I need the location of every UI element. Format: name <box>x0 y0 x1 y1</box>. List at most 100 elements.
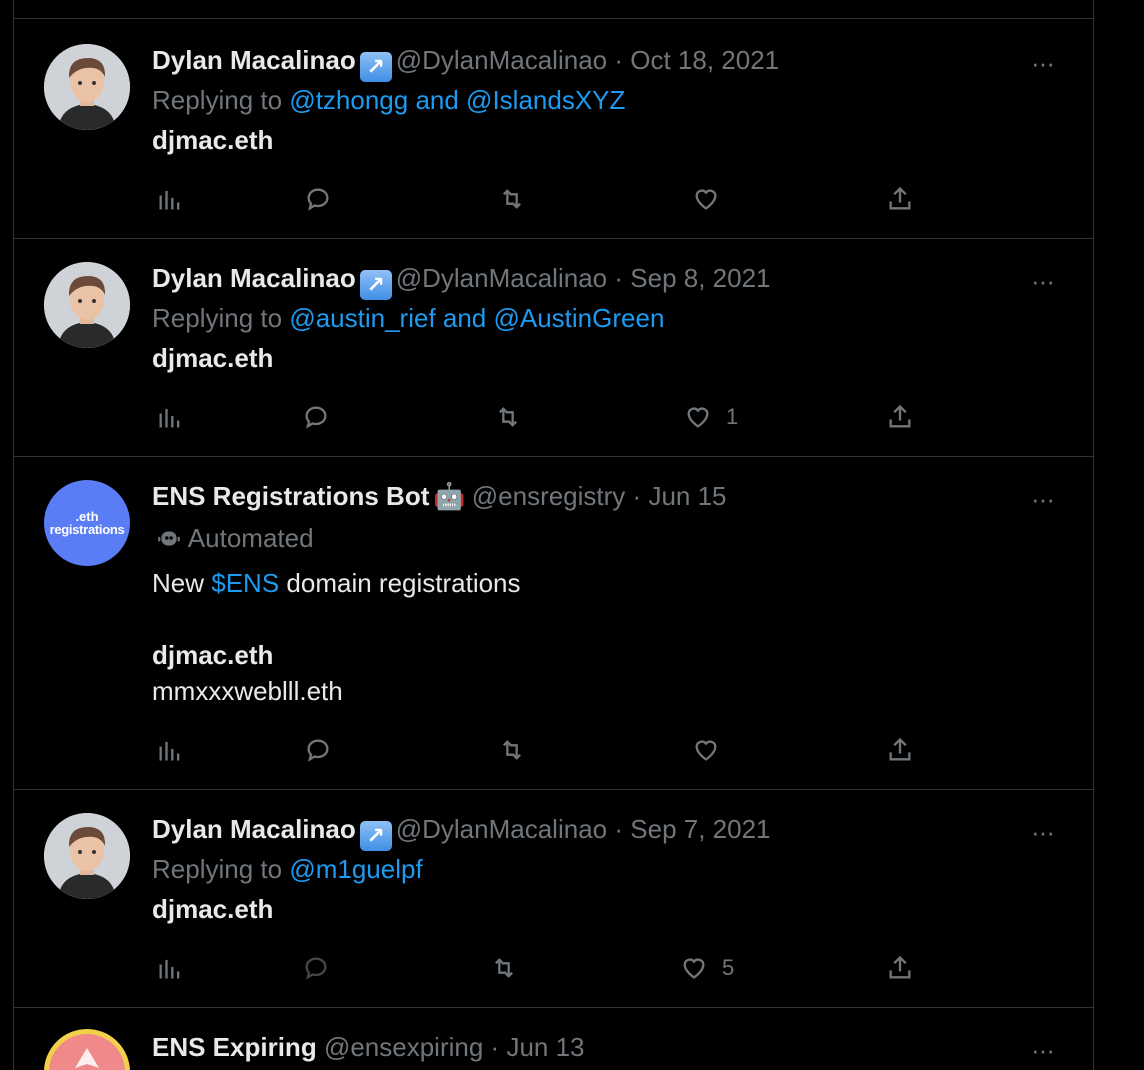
like-button[interactable] <box>692 732 734 768</box>
reply-icon <box>305 957 327 980</box>
tweet[interactable]: Dylan Macalinao ↗ @DylanMacalinao · Oct 18… <box>14 19 1093 239</box>
avatar-image <box>44 813 130 899</box>
handle[interactable]: @ensexpiring <box>324 1032 483 1062</box>
reply-button[interactable] <box>302 399 330 435</box>
separator: · <box>614 45 624 75</box>
verified-badge-icon: ↗ <box>359 821 392 851</box>
avatar[interactable] <box>44 813 130 899</box>
share-button[interactable] <box>886 181 914 217</box>
retweet-icon <box>495 958 513 978</box>
handle[interactable]: @DylanMacalinao <box>396 814 607 844</box>
views-button[interactable] <box>156 950 184 986</box>
like-button[interactable]: 5 <box>680 950 734 986</box>
retweet-button[interactable] <box>498 732 526 768</box>
more-options-icon[interactable]: ··· <box>1031 486 1055 512</box>
ens-logo-icon <box>75 1048 99 1068</box>
views-button[interactable] <box>156 732 184 768</box>
like-button[interactable]: 1 <box>684 399 738 435</box>
tweet[interactable]: .eth registrations ENS Registrations Bot… <box>14 456 1093 790</box>
share-icon <box>889 404 911 428</box>
heart-icon <box>687 407 709 428</box>
action-bar <box>14 732 1093 768</box>
robot-emoji-icon: 🤖 <box>433 481 466 511</box>
timestamp[interactable]: Jun 13 <box>506 1032 584 1062</box>
avatar[interactable] <box>44 262 130 348</box>
more-options-icon[interactable]: ··· <box>1031 1037 1055 1063</box>
display-name[interactable]: Dylan Macalinao <box>152 263 356 293</box>
separator: · <box>490 1032 500 1062</box>
timestamp[interactable]: Sep 8, 2021 <box>630 263 770 293</box>
reply-icon <box>307 188 329 211</box>
reply-icon <box>307 739 329 762</box>
separator: · <box>632 481 642 511</box>
views-button[interactable] <box>156 181 184 217</box>
tweet[interactable]: ENS Expiring @ensexpiring · Jun 13 ··· <box>14 1007 1093 1070</box>
share-button[interactable] <box>886 399 914 435</box>
avatar[interactable] <box>44 1029 130 1070</box>
verified-badge-icon: ↗ <box>359 52 392 82</box>
action-bar: 1 <box>14 399 1093 435</box>
heart-icon <box>695 740 717 761</box>
tweet-header: ENS Expiring @ensexpiring · Jun 13 <box>152 1030 585 1064</box>
heart-icon <box>683 958 705 979</box>
display-name[interactable]: ENS Expiring <box>152 1032 317 1062</box>
share-button[interactable] <box>886 950 914 986</box>
retweet-button[interactable] <box>498 181 526 217</box>
tweet-text: djmac.eth <box>152 125 274 155</box>
tweet-header: Dylan Macalinao ↗ @DylanMacalinao · Oct 18… <box>152 43 779 82</box>
reply-button[interactable] <box>302 950 330 986</box>
replying-label: Replying to <box>152 303 283 333</box>
timestamp[interactable]: Sep 7, 2021 <box>630 814 770 844</box>
mention-link[interactable]: @m1guelpf <box>289 854 422 884</box>
heart-icon <box>695 189 717 210</box>
replying-to: Replying to @tzhongg and @IslandsXYZ <box>152 85 625 116</box>
more-options-icon[interactable]: ··· <box>1031 819 1055 845</box>
more-options-icon[interactable]: ··· <box>1031 268 1055 294</box>
share-icon <box>889 186 911 210</box>
timeline-column: Dylan Macalinao ↗ @DylanMacalinao · Oct 18… <box>13 0 1094 1070</box>
separator: · <box>614 814 624 844</box>
avatar-image <box>44 262 130 348</box>
display-name[interactable]: Dylan Macalinao <box>152 814 356 844</box>
analytics-icon <box>159 408 180 428</box>
action-bar: 5 <box>14 950 1093 986</box>
like-button[interactable] <box>692 181 734 217</box>
handle[interactable]: @ensregistry <box>472 481 626 511</box>
share-icon <box>889 955 911 979</box>
tweet[interactable]: Dylan Macalinao ↗ @DylanMacalinao · Sep 7,… <box>14 789 1093 1008</box>
avatar[interactable] <box>44 44 130 130</box>
reply-button[interactable] <box>304 181 332 217</box>
avatar-image <box>44 44 130 130</box>
tweet-header: Dylan Macalinao ↗ @DylanMacalinao · Sep 7,… <box>152 812 771 851</box>
domain-line: mmxxxweblll.eth <box>152 676 343 706</box>
analytics-icon <box>159 959 180 979</box>
tweet-header: ENS Registrations Bot 🤖 @ensregistry · Jun… <box>152 479 727 513</box>
more-options-icon[interactable]: ··· <box>1031 50 1055 76</box>
reply-button[interactable] <box>304 732 332 768</box>
views-button[interactable] <box>156 399 184 435</box>
replying-label: Replying to <box>152 854 283 884</box>
replying-label: Replying to <box>152 85 283 115</box>
display-name[interactable]: Dylan Macalinao <box>152 45 356 75</box>
display-name[interactable]: ENS Registrations Bot <box>152 481 429 511</box>
like-count: 1 <box>726 404 739 429</box>
share-button[interactable] <box>886 732 914 768</box>
mention-link[interactable]: @austin_rief and @AustinGreen <box>289 303 664 333</box>
tweet[interactable]: Dylan Macalinao ↗ @DylanMacalinao · Sep 8,… <box>14 238 1093 457</box>
tweet-text: djmac.eth <box>152 343 274 373</box>
text-suffix: domain registrations <box>286 568 521 598</box>
retweet-button[interactable] <box>490 950 518 986</box>
handle[interactable]: @DylanMacalinao <box>396 45 607 75</box>
mention-link[interactable]: @tzhongg and @IslandsXYZ <box>289 85 625 115</box>
timestamp[interactable]: Oct 18, 2021 <box>630 45 779 75</box>
timestamp[interactable]: Jun 15 <box>648 481 726 511</box>
handle[interactable]: @DylanMacalinao <box>396 263 607 293</box>
tweet-header: Dylan Macalinao ↗ @DylanMacalinao · Sep 8,… <box>152 261 771 300</box>
cashtag-link[interactable]: $ENS <box>211 568 279 598</box>
analytics-icon <box>159 190 180 210</box>
avatar[interactable]: .eth registrations <box>44 480 130 566</box>
retweet-icon <box>499 407 517 427</box>
automated-text: Automated <box>187 523 314 553</box>
automated-label: Automated <box>156 523 314 554</box>
retweet-button[interactable] <box>494 399 522 435</box>
